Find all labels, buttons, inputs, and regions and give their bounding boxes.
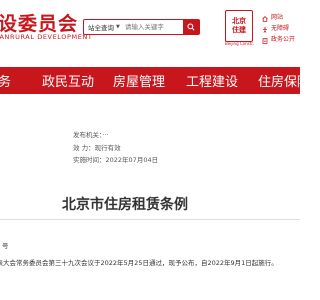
site-header: 设委员会 NANRURAL DEVELOPMENT 站全查询 ▼ 北京 住建 B… [0,0,300,58]
header-link-accessibility[interactable]: 无障碍 [262,23,295,34]
search-icon [187,23,195,31]
header-link-label: 网站 [271,14,284,21]
search-input[interactable] [122,23,183,31]
document-meta: 发布机关：··· 效 力：现行有效 实施时间：2022年07月04日 [73,129,158,167]
nav-item-housing-security[interactable]: 住房保障 [258,71,310,90]
meta-issuer: 发布机关：··· [73,131,109,139]
header-link-label: 无障碍 [271,25,290,32]
document-title: 北京市住房租赁条例 [62,197,188,213]
logo-text-1: 北京 [232,17,246,25]
accessibility-icon [262,26,268,33]
divider [0,219,300,220]
meta-effective-date: 实施时间：2022年07月04日 [73,156,159,164]
header-links: 网站 无障碍 政务公开 [262,12,295,45]
nav-item-interaction[interactable]: 政民互动 [42,71,94,90]
nav-item-housing-management[interactable]: 房屋管理 [113,71,165,90]
chevron-down-icon: ▼ [116,24,120,30]
main-nav: 务 政民互动 房屋管理 工程建设 住房保障 [0,67,310,94]
home-icon [262,15,268,22]
header-link-gov[interactable]: 政务公开 [262,34,295,45]
search-bar: 站全查询 ▼ [83,19,200,35]
search-scope-label: 站全查询 [88,24,114,32]
site-title: 设委员会 [0,13,79,35]
document-number: 号 [2,242,9,250]
document-body: 代表大会常务委员会第三十九次会议于2022年5月25日通过，现予公布，自2022… [0,259,278,267]
search-scope-select[interactable]: 站全查询 ▼ [84,22,123,32]
nav-item-affairs[interactable]: 务 [0,71,11,90]
document-icon [262,37,268,44]
site-subtitle: NANRURAL DEVELOPMENT [0,33,93,41]
header-link-label: 政务公开 [271,36,296,43]
logo-subtitle: Beijing Constr. [225,41,254,46]
meta-validity: 效 力：现行有效 [73,143,121,152]
site-logo[interactable]: 北京 住建 [225,10,253,42]
nav-item-construction[interactable]: 工程建设 [186,71,238,90]
header-link-site[interactable]: 网站 [262,12,295,23]
search-button[interactable] [183,20,199,34]
logo-text-2: 住建 [232,26,246,34]
